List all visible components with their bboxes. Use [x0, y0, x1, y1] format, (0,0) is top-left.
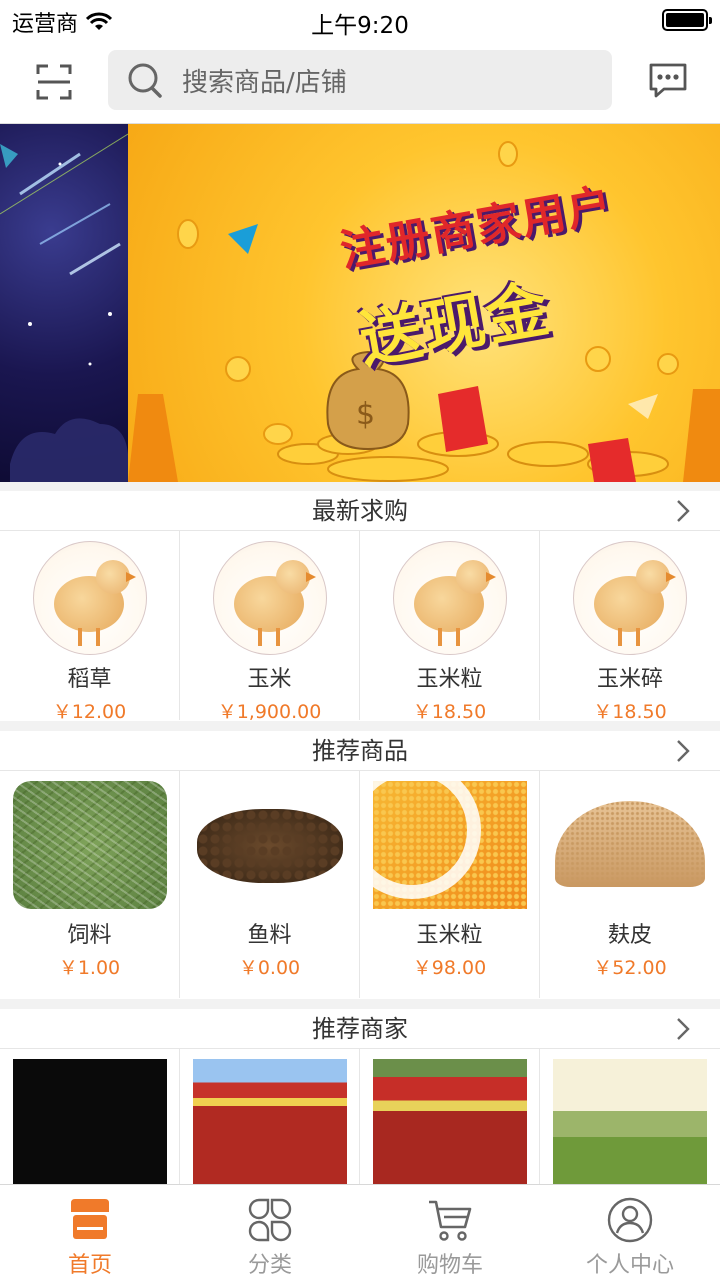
merchant-item[interactable] [180, 1049, 360, 1189]
tab-profile[interactable]: 个人中心 [540, 1185, 720, 1280]
merchant-item[interactable] [0, 1049, 180, 1189]
home-store-icon [71, 1199, 109, 1239]
tab-label: 首页 [67, 1253, 112, 1278]
product-item[interactable]: 饲料 ￥1.00 [0, 771, 180, 998]
item-name: 稻草 [67, 667, 112, 692]
search-icon [128, 63, 162, 98]
product-item[interactable]: 鱼料 ￥0.00 [180, 771, 360, 998]
product-item[interactable]: 玉米粒 ￥98.00 [360, 771, 540, 998]
item-name: 饲料 [67, 923, 112, 948]
product-image [553, 781, 707, 909]
item-price: ￥18.50 [412, 701, 487, 723]
item-name: 玉米碎 [596, 667, 663, 692]
latest-purchase-section: 最新求购 稻草 ￥12.00 玉米 ￥1,900.00 玉米粒 ￥18.50 玉… [0, 491, 720, 723]
purchase-item[interactable]: 玉米粒 ￥18.50 [360, 531, 540, 723]
merchant-item[interactable] [360, 1049, 540, 1189]
chick-image [32, 541, 147, 655]
cart-icon [429, 1200, 472, 1241]
item-name: 麸皮 [607, 923, 652, 948]
meteor-decoration [0, 133, 129, 482]
item-price: ￥52.00 [593, 957, 667, 979]
purchase-item[interactable]: 玉米碎 ￥18.50 [540, 531, 720, 723]
item-price: ￥0.00 [238, 957, 301, 979]
item-price: ￥12.00 [52, 701, 127, 723]
item-price: ￥1,900.00 [217, 701, 322, 723]
section-title: 推荐商家 [312, 1015, 408, 1043]
section-title: 推荐商品 [312, 737, 408, 765]
banner-previous-slide [0, 124, 129, 482]
battery-icon [662, 9, 712, 31]
tab-label: 个人中心 [585, 1253, 674, 1278]
merchant-image [372, 1059, 527, 1189]
category-grid-icon [248, 1198, 292, 1242]
scan-icon[interactable] [34, 62, 74, 102]
app-screen: 运营商 上午9:20 搜索商品/店铺 $ 注册商家用户 送现金 最新求购 稻草 … [0, 0, 720, 1280]
section-title: 最新求购 [312, 497, 408, 525]
battery-level [666, 13, 704, 27]
section-header[interactable]: 推荐商品 [0, 731, 720, 771]
section-header[interactable]: 推荐商家 [0, 1009, 720, 1049]
banner-current-slide: $ 注册商家用户 送现金 [128, 124, 720, 482]
bottom-tab-bar: 首页 分类 购物车 个人中心 [0, 1184, 720, 1280]
product-image [372, 781, 527, 909]
profile-icon [607, 1197, 653, 1243]
section-header[interactable]: 最新求购 [0, 491, 720, 531]
chick-image [392, 541, 507, 655]
merchant-image [553, 1059, 707, 1189]
tab-label: 购物车 [416, 1253, 483, 1278]
tab-label: 分类 [247, 1253, 292, 1278]
message-icon[interactable] [648, 62, 688, 100]
item-name: 鱼料 [247, 923, 292, 948]
recommended-merchants-section: 推荐商家 [0, 1009, 720, 1189]
status-time: 上午9:20 [311, 13, 409, 39]
promo-banner[interactable]: $ 注册商家用户 送现金 [0, 124, 720, 482]
item-name: 玉米 [247, 667, 292, 692]
chevron-right-icon [677, 500, 690, 522]
item-name: 玉米粒 [416, 923, 483, 948]
product-item[interactable]: 麸皮 ￥52.00 [540, 771, 720, 998]
chevron-right-icon [677, 1018, 690, 1040]
item-price: ￥1.00 [58, 957, 121, 979]
chick-image [573, 541, 687, 655]
svg-text:$: $ [356, 397, 375, 432]
search-input[interactable]: 搜索商品/店铺 [108, 50, 612, 110]
header: 搜索商品/店铺 [0, 40, 720, 124]
search-placeholder: 搜索商品/店铺 [182, 67, 347, 98]
product-image [192, 781, 347, 909]
purchase-item[interactable]: 稻草 ￥12.00 [0, 531, 180, 723]
chevron-right-icon [677, 740, 690, 762]
merchant-image [192, 1059, 347, 1189]
purchase-item[interactable]: 玉米 ￥1,900.00 [180, 531, 360, 723]
item-price: ￥98.00 [412, 957, 487, 979]
merchant-item[interactable] [540, 1049, 720, 1189]
product-image [12, 781, 167, 909]
recommended-products-section: 推荐商品 饲料 ￥1.00 鱼料 ￥0.00 玉米粒 ￥98.00 麸皮 ￥52… [0, 731, 720, 999]
tab-category[interactable]: 分类 [180, 1185, 360, 1280]
item-name: 玉米粒 [416, 667, 483, 692]
item-price: ￥18.50 [593, 701, 667, 723]
tab-home[interactable]: 首页 [0, 1185, 180, 1280]
status-bar: 运营商 上午9:20 [0, 0, 720, 40]
merchant-image [12, 1059, 167, 1189]
chick-image [212, 541, 327, 655]
tab-cart[interactable]: 购物车 [360, 1185, 540, 1280]
